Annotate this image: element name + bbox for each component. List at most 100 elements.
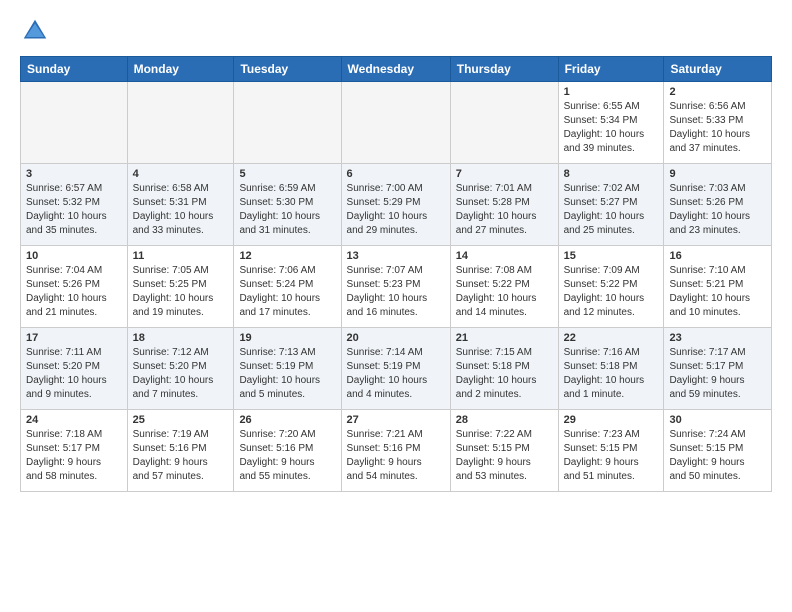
- page: SundayMondayTuesdayWednesdayThursdayFrid…: [0, 0, 792, 612]
- calendar-cell: 30 Sunrise: 7:24 AM Sunset: 5:15 PM Dayli…: [664, 410, 772, 492]
- day-info: Sunrise: 7:20 AM Sunset: 5:16 PM Dayligh…: [239, 428, 335, 484]
- week-row-4: 24 Sunrise: 7:18 AM Sunset: 5:17 PM Dayli…: [21, 410, 772, 492]
- week-row-1: 3 Sunrise: 6:57 AM Sunset: 5:32 PM Daylig…: [21, 164, 772, 246]
- day-info: Sunrise: 6:58 AM Sunset: 5:31 PM Dayligh…: [133, 182, 229, 238]
- calendar-cell: 12 Sunrise: 7:06 AM Sunset: 5:24 PM Dayli…: [234, 246, 341, 328]
- day-info: Sunrise: 7:09 AM Sunset: 5:22 PM Dayligh…: [564, 264, 659, 320]
- day-number: 10: [26, 250, 122, 262]
- day-number: 8: [564, 168, 659, 180]
- header: [20, 16, 772, 46]
- day-number: 24: [26, 414, 122, 426]
- day-number: 1: [564, 86, 659, 98]
- day-number: 26: [239, 414, 335, 426]
- calendar-header-row: SundayMondayTuesdayWednesdayThursdayFrid…: [21, 57, 772, 82]
- day-info: Sunrise: 7:18 AM Sunset: 5:17 PM Dayligh…: [26, 428, 122, 484]
- day-number: 17: [26, 332, 122, 344]
- day-info: Sunrise: 7:07 AM Sunset: 5:23 PM Dayligh…: [347, 264, 445, 320]
- calendar-cell: 29 Sunrise: 7:23 AM Sunset: 5:15 PM Dayli…: [558, 410, 664, 492]
- day-info: Sunrise: 7:06 AM Sunset: 5:24 PM Dayligh…: [239, 264, 335, 320]
- day-number: 16: [669, 250, 766, 262]
- day-info: Sunrise: 7:04 AM Sunset: 5:26 PM Dayligh…: [26, 264, 122, 320]
- col-header-monday: Monday: [127, 57, 234, 82]
- calendar-cell: 4 Sunrise: 6:58 AM Sunset: 5:31 PM Daylig…: [127, 164, 234, 246]
- day-info: Sunrise: 7:23 AM Sunset: 5:15 PM Dayligh…: [564, 428, 659, 484]
- calendar-cell: 3 Sunrise: 6:57 AM Sunset: 5:32 PM Daylig…: [21, 164, 128, 246]
- day-info: Sunrise: 7:16 AM Sunset: 5:18 PM Dayligh…: [564, 346, 659, 402]
- day-info: Sunrise: 7:22 AM Sunset: 5:15 PM Dayligh…: [456, 428, 553, 484]
- day-info: Sunrise: 7:21 AM Sunset: 5:16 PM Dayligh…: [347, 428, 445, 484]
- calendar-cell: 13 Sunrise: 7:07 AM Sunset: 5:23 PM Dayli…: [341, 246, 450, 328]
- calendar-cell: 1 Sunrise: 6:55 AM Sunset: 5:34 PM Daylig…: [558, 82, 664, 164]
- day-number: 6: [347, 168, 445, 180]
- day-number: 22: [564, 332, 659, 344]
- calendar-cell: 28 Sunrise: 7:22 AM Sunset: 5:15 PM Dayli…: [450, 410, 558, 492]
- calendar-cell: 8Sunrise: 7:02 AM Sunset: 5:27 PM Daylig…: [558, 164, 664, 246]
- calendar-cell: 15 Sunrise: 7:09 AM Sunset: 5:22 PM Dayli…: [558, 246, 664, 328]
- day-info: Sunrise: 6:57 AM Sunset: 5:32 PM Dayligh…: [26, 182, 122, 238]
- week-row-2: 10 Sunrise: 7:04 AM Sunset: 5:26 PM Dayli…: [21, 246, 772, 328]
- day-number: 15: [564, 250, 659, 262]
- day-number: 23: [669, 332, 766, 344]
- day-info: Sunrise: 7:13 AM Sunset: 5:19 PM Dayligh…: [239, 346, 335, 402]
- col-header-friday: Friday: [558, 57, 664, 82]
- day-number: 9: [669, 168, 766, 180]
- day-info: Sunrise: 7:10 AM Sunset: 5:21 PM Dayligh…: [669, 264, 766, 320]
- calendar-cell: 17 Sunrise: 7:11 AM Sunset: 5:20 PM Dayli…: [21, 328, 128, 410]
- col-header-thursday: Thursday: [450, 57, 558, 82]
- day-info: Sunrise: 6:56 AM Sunset: 5:33 PM Dayligh…: [669, 100, 766, 156]
- day-number: 27: [347, 414, 445, 426]
- calendar-cell: [21, 82, 128, 164]
- day-info: Sunrise: 6:59 AM Sunset: 5:30 PM Dayligh…: [239, 182, 335, 238]
- calendar-cell: 14Sunrise: 7:08 AM Sunset: 5:22 PM Dayli…: [450, 246, 558, 328]
- day-info: Sunrise: 7:24 AM Sunset: 5:15 PM Dayligh…: [669, 428, 766, 484]
- day-info: Sunrise: 7:12 AM Sunset: 5:20 PM Dayligh…: [133, 346, 229, 402]
- calendar-cell: 22 Sunrise: 7:16 AM Sunset: 5:18 PM Dayli…: [558, 328, 664, 410]
- calendar-cell: [450, 82, 558, 164]
- calendar-cell: [234, 82, 341, 164]
- calendar-cell: 7Sunrise: 7:01 AM Sunset: 5:28 PM Daylig…: [450, 164, 558, 246]
- calendar-cell: 10 Sunrise: 7:04 AM Sunset: 5:26 PM Dayli…: [21, 246, 128, 328]
- day-number: 30: [669, 414, 766, 426]
- calendar-cell: [127, 82, 234, 164]
- day-info: Sunrise: 7:05 AM Sunset: 5:25 PM Dayligh…: [133, 264, 229, 320]
- calendar-table: SundayMondayTuesdayWednesdayThursdayFrid…: [20, 56, 772, 492]
- day-number: 2: [669, 86, 766, 98]
- day-info: Sunrise: 7:15 AM Sunset: 5:18 PM Dayligh…: [456, 346, 553, 402]
- calendar-cell: 11 Sunrise: 7:05 AM Sunset: 5:25 PM Dayli…: [127, 246, 234, 328]
- day-number: 3: [26, 168, 122, 180]
- calendar-cell: 27 Sunrise: 7:21 AM Sunset: 5:16 PM Dayli…: [341, 410, 450, 492]
- day-info: Sunrise: 7:19 AM Sunset: 5:16 PM Dayligh…: [133, 428, 229, 484]
- calendar-cell: 25 Sunrise: 7:19 AM Sunset: 5:16 PM Dayli…: [127, 410, 234, 492]
- day-number: 12: [239, 250, 335, 262]
- day-info: Sunrise: 7:17 AM Sunset: 5:17 PM Dayligh…: [669, 346, 766, 402]
- calendar-cell: 18Sunrise: 7:12 AM Sunset: 5:20 PM Dayli…: [127, 328, 234, 410]
- calendar-cell: 26 Sunrise: 7:20 AM Sunset: 5:16 PM Dayli…: [234, 410, 341, 492]
- col-header-saturday: Saturday: [664, 57, 772, 82]
- day-number: 19: [239, 332, 335, 344]
- day-info: Sunrise: 7:11 AM Sunset: 5:20 PM Dayligh…: [26, 346, 122, 402]
- day-number: 28: [456, 414, 553, 426]
- day-number: 21: [456, 332, 553, 344]
- day-number: 4: [133, 168, 229, 180]
- day-number: 5: [239, 168, 335, 180]
- day-info: Sunrise: 7:08 AM Sunset: 5:22 PM Dayligh…: [456, 264, 553, 320]
- calendar-cell: [341, 82, 450, 164]
- day-number: 25: [133, 414, 229, 426]
- day-number: 20: [347, 332, 445, 344]
- day-info: Sunrise: 7:01 AM Sunset: 5:28 PM Dayligh…: [456, 182, 553, 238]
- day-number: 11: [133, 250, 229, 262]
- calendar-cell: 24 Sunrise: 7:18 AM Sunset: 5:17 PM Dayli…: [21, 410, 128, 492]
- day-number: 29: [564, 414, 659, 426]
- calendar-cell: 2 Sunrise: 6:56 AM Sunset: 5:33 PM Daylig…: [664, 82, 772, 164]
- calendar-cell: 6 Sunrise: 7:00 AM Sunset: 5:29 PM Daylig…: [341, 164, 450, 246]
- day-number: 13: [347, 250, 445, 262]
- day-info: Sunrise: 7:00 AM Sunset: 5:29 PM Dayligh…: [347, 182, 445, 238]
- day-info: Sunrise: 6:55 AM Sunset: 5:34 PM Dayligh…: [564, 100, 659, 156]
- col-header-tuesday: Tuesday: [234, 57, 341, 82]
- logo-icon: [20, 16, 50, 46]
- calendar-cell: 9Sunrise: 7:03 AM Sunset: 5:26 PM Daylig…: [664, 164, 772, 246]
- week-row-3: 17 Sunrise: 7:11 AM Sunset: 5:20 PM Dayli…: [21, 328, 772, 410]
- calendar-cell: 5 Sunrise: 6:59 AM Sunset: 5:30 PM Daylig…: [234, 164, 341, 246]
- logo: [20, 16, 54, 46]
- col-header-sunday: Sunday: [21, 57, 128, 82]
